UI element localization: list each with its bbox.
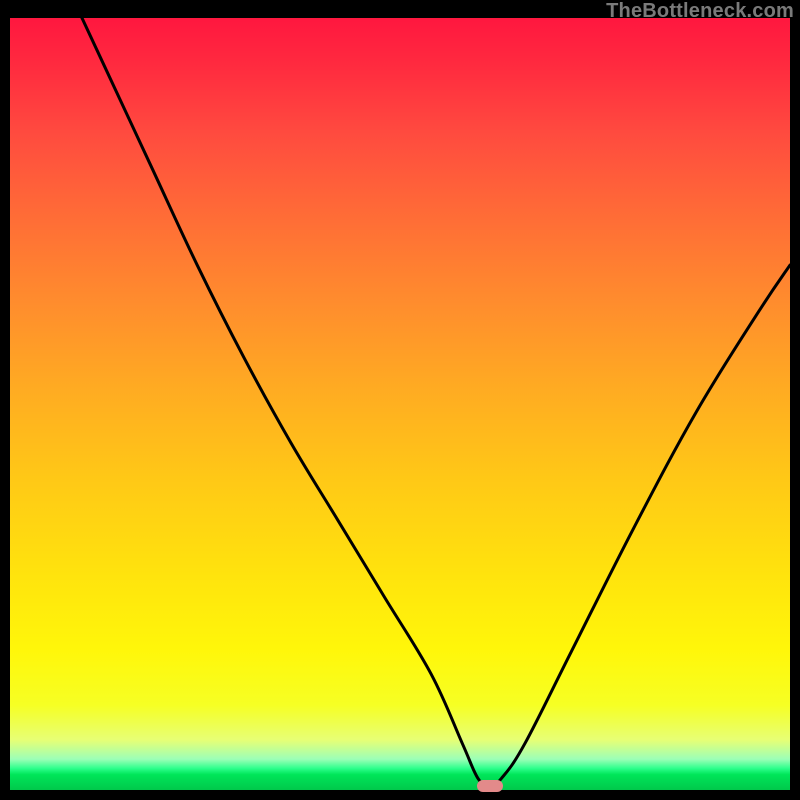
optimal-point-marker (477, 780, 503, 792)
bottleneck-curve-path (10, 18, 790, 786)
chart-frame: TheBottleneck.com (0, 0, 800, 800)
bottleneck-plot (10, 18, 790, 790)
bottleneck-curve (10, 18, 790, 790)
